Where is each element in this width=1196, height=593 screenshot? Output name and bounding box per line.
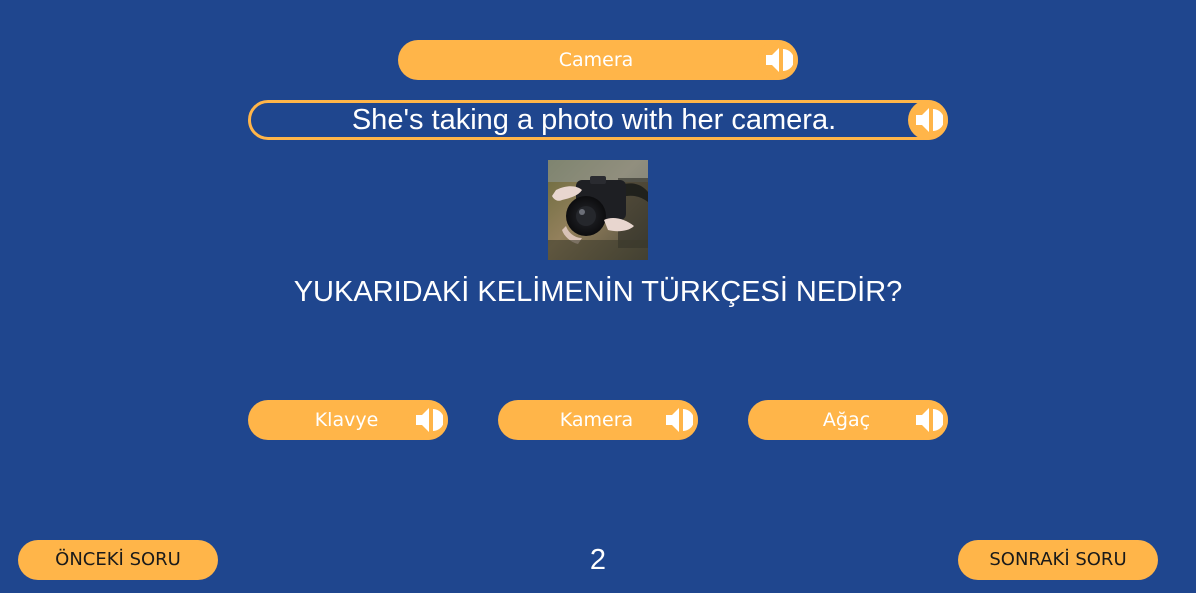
sentence-text: She's taking a photo with her camera.	[351, 104, 837, 136]
speaker-icon[interactable]	[908, 100, 948, 140]
speaker-icon[interactable]	[758, 40, 798, 80]
word-card[interactable]: Camera	[398, 40, 798, 80]
camera-photo	[548, 160, 648, 260]
answer-option-label: Klavye	[314, 409, 379, 431]
speaker-icon[interactable]	[908, 400, 948, 440]
next-question-button[interactable]: SONRAKİ SORU	[958, 540, 1158, 580]
word-label: Camera	[558, 49, 634, 71]
sentence-card[interactable]: She's taking a photo with her camera.	[248, 100, 948, 140]
question-text: YUKARIDAKİ KELİMENİN TÜRKÇESİ NEDİR?	[293, 276, 903, 308]
answer-option-3[interactable]: Ağaç	[748, 400, 948, 440]
answer-option-label: Ağaç	[822, 409, 871, 431]
answer-option-2[interactable]: Kamera	[498, 400, 698, 440]
previous-question-button[interactable]: ÖNCEKİ SORU	[18, 540, 218, 580]
speaker-icon[interactable]	[658, 400, 698, 440]
next-question-label: SONRAKİ SORU	[989, 549, 1127, 570]
answer-option-1[interactable]: Klavye	[248, 400, 448, 440]
question-number: 2	[589, 544, 607, 576]
speaker-icon[interactable]	[408, 400, 448, 440]
previous-question-label: ÖNCEKİ SORU	[55, 549, 181, 570]
answer-option-label: Kamera	[559, 409, 634, 431]
